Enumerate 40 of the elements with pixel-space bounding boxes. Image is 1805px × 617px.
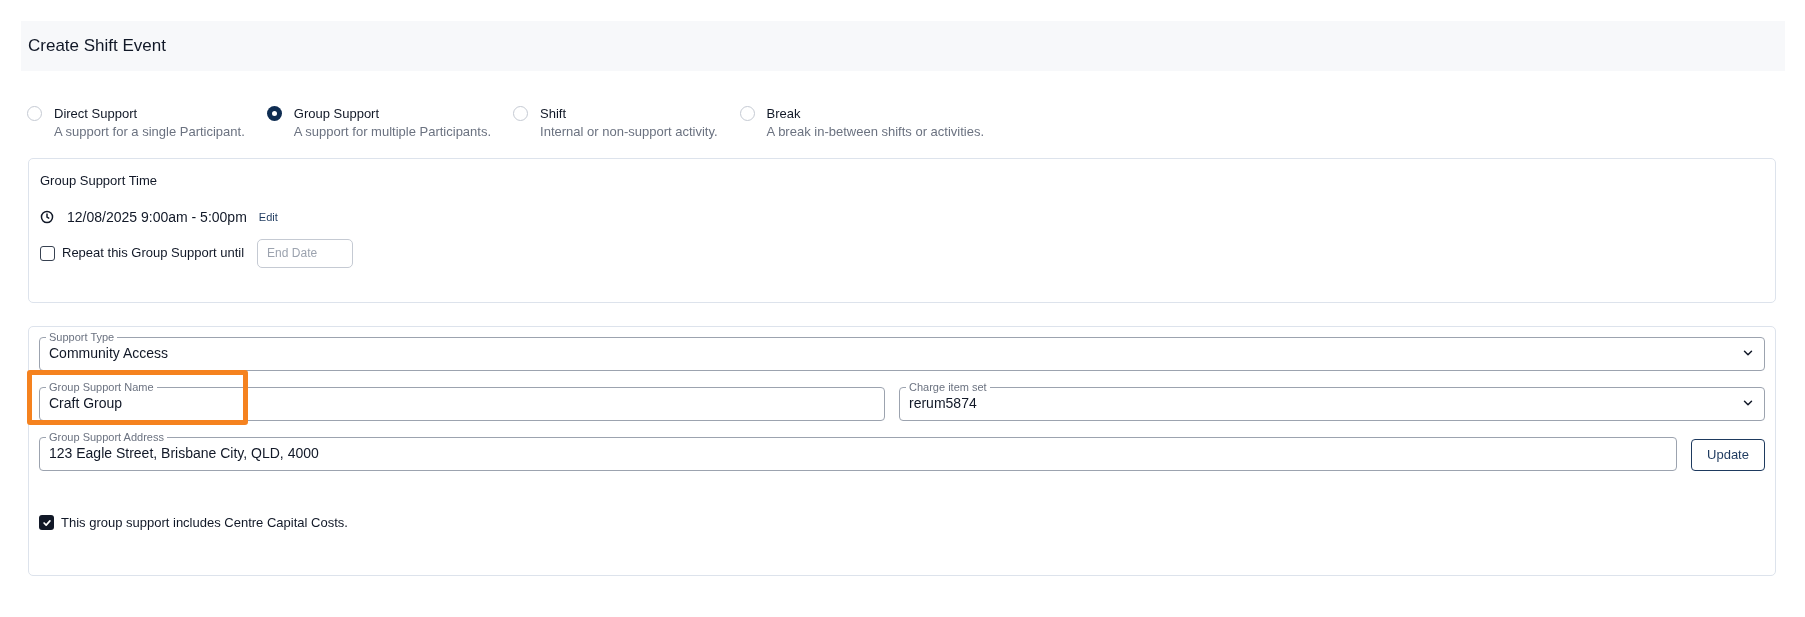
checkbox[interactable] xyxy=(40,245,55,261)
radio-button[interactable] xyxy=(266,106,282,121)
field-label: Group Support Address xyxy=(49,431,164,443)
checkmark-icon xyxy=(41,517,52,528)
option-description: A support for multiple Participants. xyxy=(293,123,492,141)
event-type-option[interactable]: Break A break in-between shifts or activities. xyxy=(739,105,985,141)
capital-costs-label: This group support includes Centre Capital Costs. xyxy=(61,514,348,532)
checkbox[interactable] xyxy=(39,515,54,531)
field-value: Craft Group xyxy=(49,394,123,412)
option-description: A break in-between shifts or activities. xyxy=(766,123,985,141)
support-type-select[interactable]: Support Type Community Access xyxy=(39,331,1765,371)
page-title: Create Shift Event xyxy=(28,35,166,58)
edit-link[interactable]: Edit xyxy=(258,208,278,226)
option-label: Shift xyxy=(540,105,568,122)
clock-icon xyxy=(40,210,54,224)
repeat-label: Repeat this Group Support until xyxy=(62,244,245,263)
option-description: Internal or non-support activity. xyxy=(540,123,718,141)
option-label: Direct Support xyxy=(54,105,139,122)
event-type-option[interactable]: Group Support A support for multiple Participants. xyxy=(266,105,492,141)
address-field[interactable]: Group Support Address 123 Eagle Street, Brisbane City, QLD, 4000 xyxy=(39,431,1677,471)
option-label: Group Support xyxy=(293,105,381,122)
radio-button[interactable] xyxy=(513,106,529,121)
date-time-range: 12/08/2025 9:00am - 5:00pm xyxy=(67,207,247,227)
radio-button[interactable] xyxy=(739,106,755,121)
radio-button[interactable] xyxy=(27,106,42,121)
field-label: Support Type xyxy=(49,331,115,343)
charge-item-set-select[interactable]: Charge item set rerum5874 xyxy=(899,381,1765,421)
end-date-field[interactable]: End Date xyxy=(257,238,354,268)
group-name-field[interactable]: Group Support Name Craft Group xyxy=(39,381,885,421)
event-type-option[interactable]: Shift Internal or non-support activity. xyxy=(513,105,718,141)
field-value: Community Access xyxy=(49,344,169,362)
field-value: 123 Eagle Street, Brisbane City, QLD, 4000 xyxy=(49,444,319,462)
option-label: Break xyxy=(766,105,802,122)
field-label: Charge item set xyxy=(909,381,987,393)
update-button[interactable]: Update xyxy=(1691,439,1765,471)
field-label: Group Support Name xyxy=(49,381,154,393)
card-title: Group Support Time xyxy=(40,172,159,190)
option-description: A support for a single Participant. xyxy=(54,123,245,141)
event-type-option[interactable]: Direct Support A support for a single Participant. xyxy=(27,105,245,141)
field-value: rerum5874 xyxy=(909,394,977,412)
